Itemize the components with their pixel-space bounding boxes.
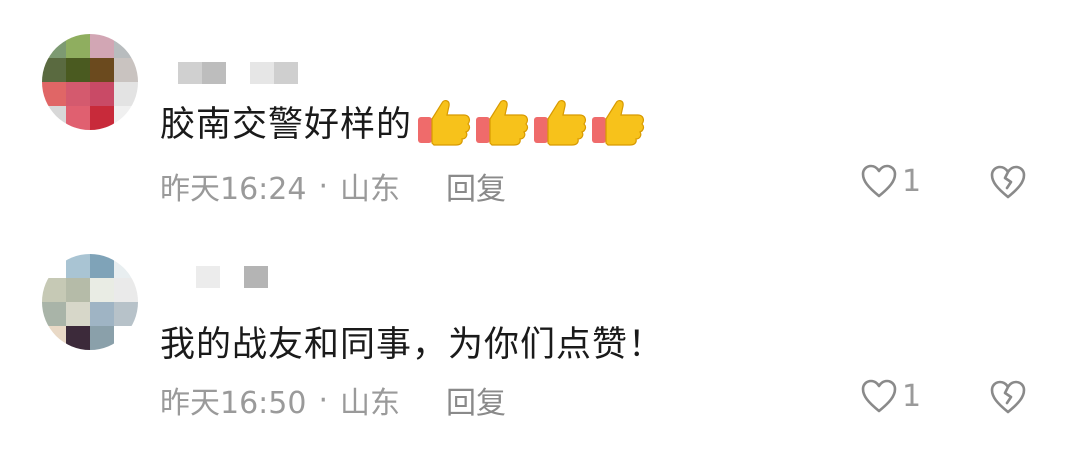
avatar-pixel xyxy=(114,254,138,278)
avatar-pixel xyxy=(42,326,66,350)
heart-outline-icon xyxy=(861,379,897,413)
avatar-pixel xyxy=(114,278,138,302)
comment-text-content: 胶南交警好样的 xyxy=(160,105,413,145)
thumbs-up-emoji-icon xyxy=(590,97,646,147)
username-pixel xyxy=(196,266,220,288)
comment-item: 我的战友和同事，为你们点赞！ 昨天16:50 · 山东 回复 1 xyxy=(0,228,1080,456)
avatar-pixel xyxy=(66,326,90,350)
avatar-pixel xyxy=(90,34,114,58)
separator-dot: · xyxy=(318,168,329,204)
avatar-pixel xyxy=(66,278,90,302)
avatar-pixel xyxy=(66,302,90,326)
reply-button[interactable]: 回复 xyxy=(446,164,506,208)
username-pixelated[interactable] xyxy=(196,266,268,288)
avatar-pixel xyxy=(90,278,114,302)
avatar-pixel xyxy=(114,58,138,82)
username-pixel xyxy=(274,62,298,84)
username-pixel xyxy=(220,266,244,288)
avatar-pixel xyxy=(66,254,90,278)
like-button[interactable]: 1 xyxy=(860,163,921,199)
comment-text-content: 我的战友和同事，为你们点赞！ xyxy=(160,325,665,365)
avatar-pixel xyxy=(66,82,90,106)
thumbs-up-emoji-icon xyxy=(532,97,588,147)
avatar[interactable] xyxy=(42,254,138,350)
avatar-pixel xyxy=(90,254,114,278)
avatar-pixel xyxy=(90,326,114,350)
avatar[interactable] xyxy=(42,34,138,130)
avatar-pixel xyxy=(42,106,66,130)
comment-text: 我的战友和同事，为你们点赞！ xyxy=(160,316,664,367)
avatar-pixel xyxy=(114,82,138,106)
comment-meta: 昨天16:50 · 山东 回复 xyxy=(160,378,506,422)
thumbs-up-emoji-row xyxy=(416,97,646,147)
comment-item: 胶南交警好样的 昨天16:24 · 山东 回复 1 xyxy=(0,0,1080,228)
dislike-button[interactable] xyxy=(988,379,1028,419)
like-count: 1 xyxy=(902,378,922,414)
avatar-pixel xyxy=(90,302,114,326)
avatar-pixel xyxy=(114,106,138,130)
avatar-pixel xyxy=(90,106,114,130)
username-pixel xyxy=(250,62,274,84)
broken-heart-icon xyxy=(990,380,1026,414)
avatar-pixel xyxy=(42,34,66,58)
avatar-pixel xyxy=(66,58,90,82)
comment-text: 胶南交警好样的 xyxy=(160,96,646,147)
reply-button[interactable]: 回复 xyxy=(446,378,506,422)
username-pixel xyxy=(244,266,268,288)
dislike-button[interactable] xyxy=(988,164,1028,204)
thumbs-up-emoji-icon xyxy=(474,97,530,147)
avatar-pixel xyxy=(114,302,138,326)
heart-outline-icon xyxy=(861,164,897,198)
comment-time: 昨天16:50 xyxy=(160,386,307,421)
broken-heart-icon xyxy=(990,165,1026,199)
thumbs-up-emoji-icon xyxy=(416,97,472,147)
avatar-pixel xyxy=(42,82,66,106)
avatar-pixel xyxy=(66,106,90,130)
comment-location: 山东 xyxy=(340,386,401,421)
comment-location: 山东 xyxy=(340,172,401,207)
avatar-pixel xyxy=(90,82,114,106)
username-pixelated[interactable] xyxy=(178,62,298,84)
username-pixel xyxy=(226,62,250,84)
username-pixel xyxy=(178,62,202,84)
avatar-pixel xyxy=(66,34,90,58)
comment-meta: 昨天16:24 · 山东 回复 xyxy=(160,164,506,208)
avatar-pixel xyxy=(42,254,66,278)
separator-dot: · xyxy=(318,382,329,418)
avatar-pixel xyxy=(42,278,66,302)
avatar-pixel xyxy=(42,302,66,326)
username-pixel xyxy=(202,62,226,84)
like-count: 1 xyxy=(902,163,922,199)
like-button[interactable]: 1 xyxy=(860,378,921,414)
comment-time: 昨天16:24 xyxy=(160,172,307,207)
avatar-pixel xyxy=(90,58,114,82)
avatar-pixel xyxy=(114,326,138,350)
avatar-pixel xyxy=(42,58,66,82)
avatar-pixel xyxy=(114,34,138,58)
